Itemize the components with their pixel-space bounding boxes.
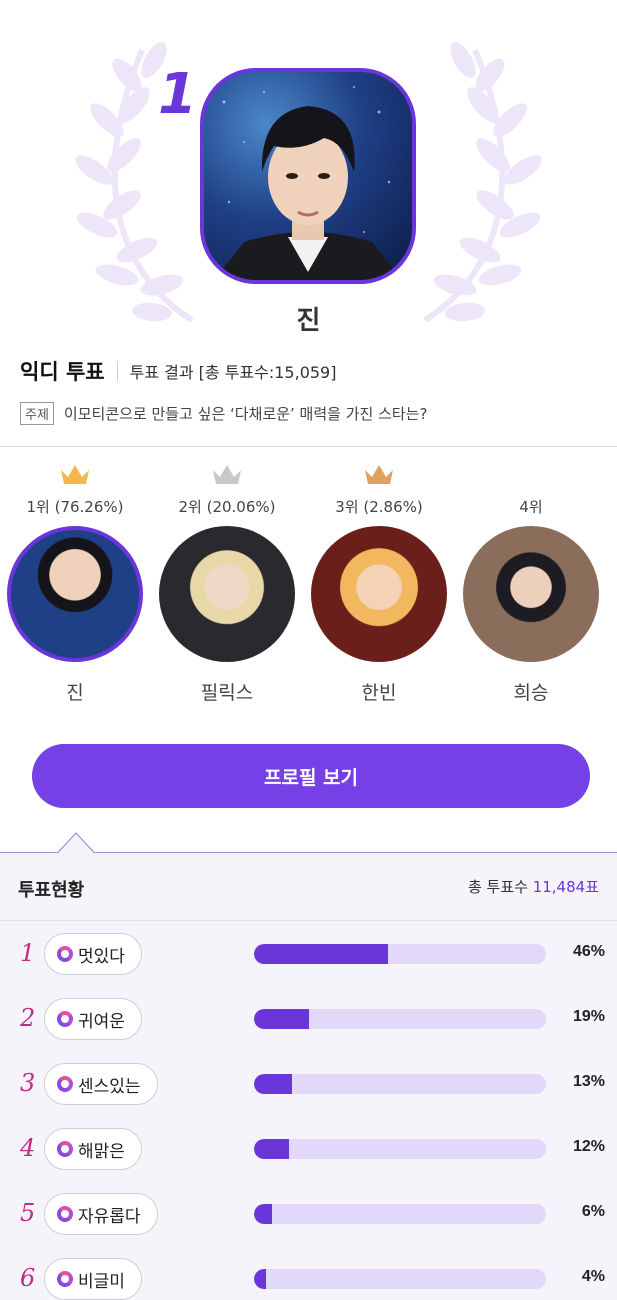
status-title: 투표현황 (18, 880, 85, 901)
candidate-rank-label: 3위 (2.86%) (335, 498, 423, 516)
candidate-avatar[interactable] (311, 526, 447, 662)
crown-placeholder (456, 462, 606, 488)
status-row: 6 비글미 4% (0, 1254, 617, 1300)
candidate-name: 필릭스 (200, 682, 254, 704)
laurel-right-icon (423, 42, 542, 323)
keyword-label: 귀여운 (78, 1011, 125, 1032)
winner-portrait-image (214, 86, 402, 280)
progress-fill (254, 1139, 290, 1159)
keyword-label: 멋있다 (78, 946, 125, 967)
progress-track (254, 1269, 546, 1289)
row-rank: 6 (20, 1264, 36, 1292)
keyword-ring-icon (57, 1141, 73, 1157)
candidate-2[interactable]: 2위 (20.06%) 필릭스 (152, 462, 302, 705)
keyword-label: 자유롭다 (78, 1206, 141, 1227)
keyword-ring-icon (57, 1206, 73, 1222)
progress-track (254, 944, 546, 964)
vote-result-label: 투표 결과 [총 투표수:15,059] (129, 363, 337, 382)
progress-track (254, 1204, 546, 1224)
progress-track (254, 1139, 546, 1159)
keyword-ring-icon (57, 1011, 73, 1027)
status-row: 3 센스있는 13% (0, 1059, 617, 1109)
keyword-ring-icon (57, 1076, 73, 1092)
topic-text: 이모티콘으로 만들고 싶은 ‘다채로운’ 매력을 가진 스타는? (63, 405, 428, 423)
row-rank: 1 (20, 939, 36, 967)
candidate-rank-label: 4위 (519, 498, 543, 516)
divider (116, 361, 118, 381)
candidate-avatar[interactable] (7, 526, 143, 662)
profile-view-button[interactable]: 프로필 보기 (32, 744, 590, 808)
row-percent: 13% (572, 1073, 605, 1090)
vote-header: 익디 투표 투표 결과 [총 투표수:15,059] (20, 356, 336, 386)
row-percent: 6% (581, 1203, 605, 1220)
winner-hero: 1 진 (0, 0, 617, 345)
candidate-avatar[interactable] (463, 526, 599, 662)
candidate-1[interactable]: 1위 (76.26%) 진 (0, 462, 150, 705)
keyword-label: 해맑은 (78, 1141, 125, 1162)
row-rank: 2 (20, 1004, 36, 1032)
keyword-pill[interactable]: 멋있다 (44, 933, 142, 975)
candidate-name: 희승 (513, 682, 549, 704)
progress-track (254, 1074, 546, 1094)
vote-title: 익디 투표 (20, 360, 105, 384)
progress-fill (254, 1074, 292, 1094)
vote-topic: 주제 이모티콘으로 만들고 싶은 ‘다채로운’ 매력을 가진 스타는? (20, 402, 427, 425)
progress-fill (254, 1269, 266, 1289)
gold-crown-icon (61, 465, 89, 484)
divider (0, 920, 617, 921)
winner-name: 진 (296, 306, 321, 336)
panel-notch-icon (58, 832, 94, 853)
divider (0, 446, 617, 447)
bronze-crown-icon (365, 465, 393, 484)
status-total-value: 11,484표 (532, 878, 599, 896)
row-rank: 3 (20, 1069, 36, 1097)
status-row: 2 귀여운 19% (0, 994, 617, 1044)
keyword-pill[interactable]: 해맑은 (44, 1128, 142, 1170)
keyword-label: 센스있는 (78, 1076, 141, 1097)
candidate-rank-label: 1위 (76.26%) (26, 498, 124, 516)
winner-photo[interactable] (200, 68, 416, 284)
candidate-avatar[interactable] (159, 526, 295, 662)
candidate-name: 진 (66, 682, 84, 704)
status-row: 5 자유롭다 6% (0, 1189, 617, 1239)
candidate-rank-label: 2위 (20.06%) (178, 498, 276, 516)
keyword-ring-icon (57, 1271, 73, 1287)
keyword-pill[interactable]: 센스있는 (44, 1063, 158, 1105)
keyword-pill[interactable]: 비글미 (44, 1258, 142, 1300)
row-percent: 46% (572, 943, 605, 960)
status-total: 총 투표수 11,484표 (468, 876, 599, 897)
candidate-4[interactable]: 4위 희승 (456, 462, 606, 705)
progress-fill (254, 1009, 310, 1029)
winner-rank: 1 (158, 62, 197, 127)
row-rank: 4 (20, 1134, 36, 1162)
progress-fill (254, 1204, 272, 1224)
progress-track (254, 1009, 546, 1029)
row-rank: 5 (20, 1199, 36, 1227)
keyword-pill[interactable]: 귀여운 (44, 998, 142, 1040)
keyword-label: 비글미 (78, 1271, 125, 1292)
row-percent: 19% (572, 1008, 605, 1025)
candidate-3[interactable]: 3위 (2.86%) 한빈 (304, 462, 454, 705)
silver-crown-icon (213, 465, 241, 484)
progress-fill (254, 944, 389, 964)
status-row: 4 해맑은 12% (0, 1124, 617, 1174)
keyword-pill[interactable]: 자유롭다 (44, 1193, 158, 1235)
row-percent: 12% (572, 1138, 605, 1155)
status-row: 1 멋있다 46% (0, 929, 617, 979)
row-percent: 4% (581, 1268, 605, 1285)
topic-badge: 주제 (20, 402, 54, 425)
keyword-ring-icon (57, 946, 73, 962)
candidate-name: 한빈 (361, 682, 397, 704)
status-total-prefix: 총 투표수 (467, 878, 528, 896)
